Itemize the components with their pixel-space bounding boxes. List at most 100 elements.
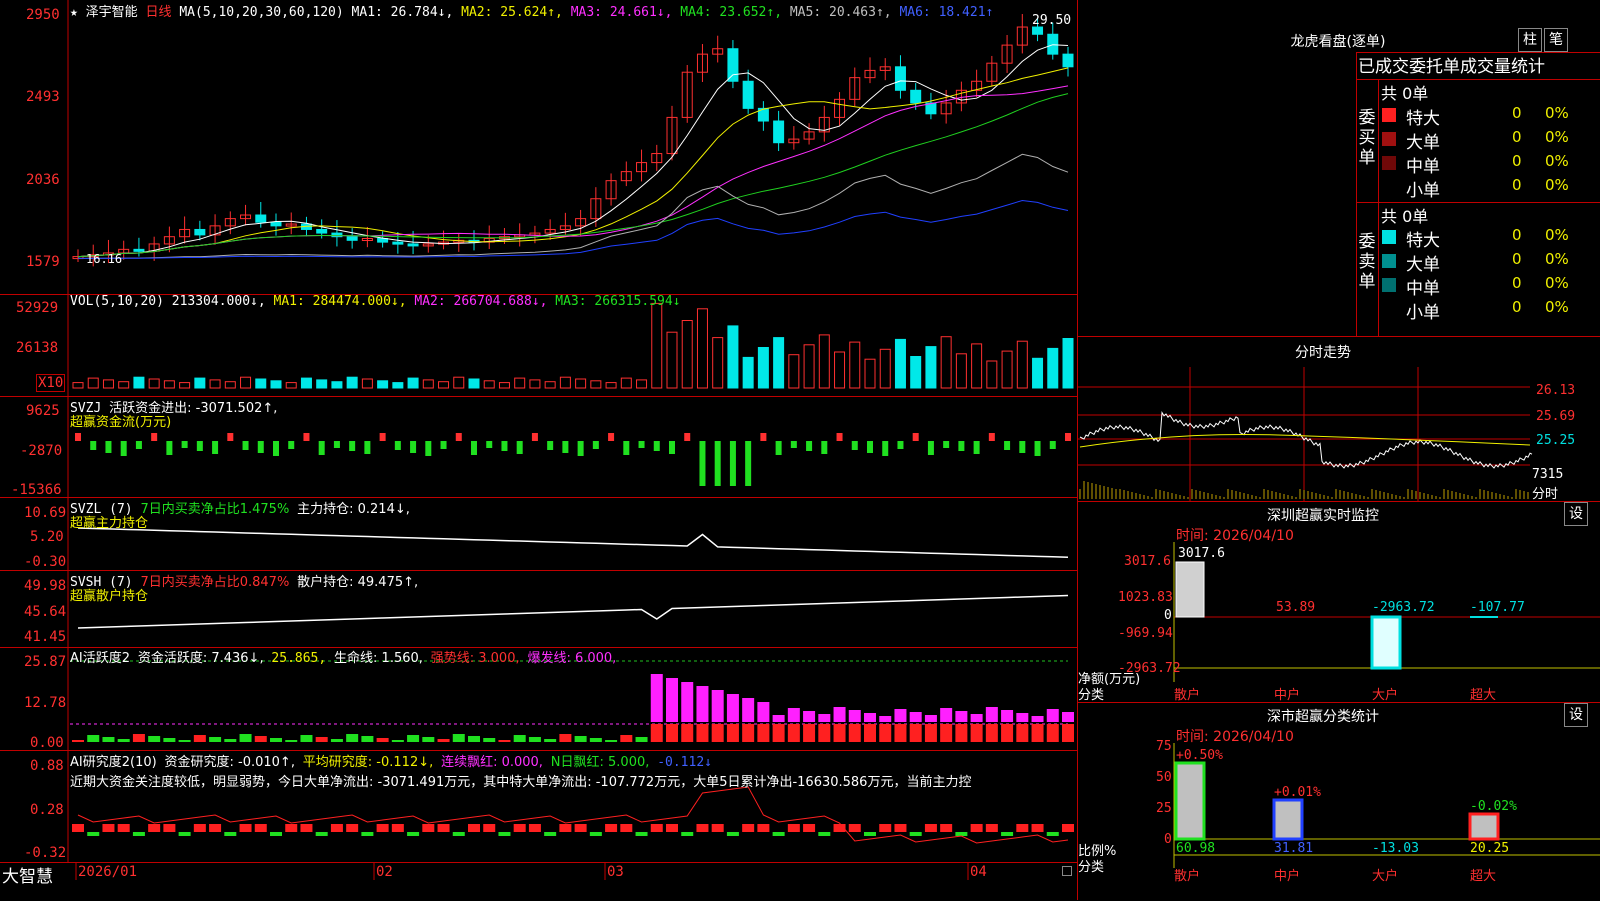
research-bar <box>483 824 496 832</box>
research-bar <box>970 824 983 832</box>
activity-base-bar <box>666 724 678 742</box>
volume-bar <box>270 380 282 389</box>
monitor-value-4: -107.77 <box>1470 600 1525 615</box>
activity-base-bar <box>818 724 831 742</box>
order-type: 大单 <box>1406 133 1440 153</box>
vol-title: VOL(5,10,20) <box>70 294 164 309</box>
vol-ma1: MA1: 284474.000↓, <box>273 294 407 309</box>
fund-flow-bar <box>379 433 386 441</box>
fund-flow-bar <box>166 441 173 455</box>
fund-flow-bar <box>531 433 538 441</box>
classify-value-2: 31.81 <box>1274 841 1314 856</box>
volume-bar <box>392 382 404 389</box>
svsh-axis-1: 49.98 <box>24 578 67 594</box>
classify-value-4: 20.25 <box>1470 841 1510 856</box>
activity-base-bar <box>650 724 663 742</box>
fund-flow-bar <box>562 441 569 453</box>
volume-bar <box>133 376 145 389</box>
order-color-swatch <box>1382 156 1396 170</box>
volume-bar <box>666 331 678 389</box>
activity-bar <box>270 738 282 742</box>
activity-base-bar <box>955 724 968 742</box>
ma-line <box>77 85 1069 258</box>
classify-value-3: -13.03 <box>1372 841 1419 856</box>
fund-flow-bar <box>257 441 264 453</box>
stats-tab-header[interactable]: 已成交委托单成交量统计 <box>1358 52 1600 77</box>
svzl-subtitle: 超赢主力持仓 <box>70 516 149 531</box>
volume-bar <box>346 376 358 389</box>
ai-active-axis-3: 0.00 <box>30 735 64 751</box>
lock-icon[interactable] <box>1062 866 1072 876</box>
ai-active-v2: 25.865, <box>271 651 327 666</box>
classify-bar-retail <box>1174 761 1206 841</box>
intraday-unit: 分时 <box>1532 487 1559 502</box>
activity-base-bar <box>1001 724 1014 742</box>
volume-bar <box>179 382 191 389</box>
ma3-value: MA3: 24.661↓, <box>570 5 673 20</box>
activity-bar <box>818 714 831 722</box>
classify-cat-3: 大户 <box>1372 869 1399 884</box>
volume-bar <box>1001 350 1013 389</box>
activity-bar <box>940 708 953 722</box>
research-bar <box>909 832 922 836</box>
svzj-subtitle: 超赢资金流(万元) <box>70 415 172 430</box>
activity-base-bar <box>803 724 816 742</box>
order-color-swatch <box>1382 132 1396 146</box>
classify-value-1: 60.98 <box>1176 841 1216 856</box>
svsh-ratio: 7日内买卖净占比0.847% <box>140 575 290 590</box>
candle-body <box>316 228 328 234</box>
vol-axis-2: 26138 <box>16 340 59 356</box>
fund-flow-bar <box>90 441 97 450</box>
fund-flow-bar <box>318 441 325 455</box>
order-count: 0 <box>1512 128 1522 146</box>
activity-bar <box>1001 710 1014 722</box>
research-bar <box>468 824 480 832</box>
activity-base-bar <box>787 724 800 742</box>
research-bar <box>589 832 602 836</box>
volume-bar <box>1047 347 1059 389</box>
ai-research-v4: N日飘红: 5.000, <box>550 755 650 770</box>
research-bar <box>666 824 678 832</box>
ai-research-v5: -0.112↓ <box>657 755 712 770</box>
activity-bar <box>894 709 907 722</box>
volume-bar <box>498 382 510 389</box>
research-bar <box>559 824 572 832</box>
date-axis-feb: 02 <box>376 864 393 880</box>
ai-research-axis-1: 0.88 <box>30 758 64 774</box>
research-bar <box>772 832 785 836</box>
fund-flow-bar <box>75 433 81 441</box>
vol-axis-1: 52929 <box>16 300 59 316</box>
monitor-xlabel: 分类 <box>1078 688 1105 703</box>
classify-top-4: -0.02% <box>1470 799 1517 814</box>
activity-base-bar <box>711 724 724 742</box>
research-bar <box>848 824 861 832</box>
activity-bar <box>422 737 435 742</box>
order-row: 中单 0 0% <box>1380 152 1600 177</box>
low-price-label: 16.16 <box>86 252 123 266</box>
tick-mode-button[interactable]: 笔 <box>1544 28 1568 52</box>
intraday-panel[interactable]: 分时走势 26.13 25.69 25.25 7315 分时 <box>1078 336 1600 502</box>
volume-bar <box>438 381 450 389</box>
volume-bar <box>651 302 663 389</box>
activity-base-bar <box>924 724 937 742</box>
activity-bar <box>102 737 115 742</box>
period-label[interactable]: 日线 <box>146 5 172 20</box>
volume-bar <box>331 381 343 389</box>
research-bar <box>407 832 420 836</box>
ma-line <box>78 153 1069 259</box>
svzj-axis-2: -2870 <box>20 443 63 459</box>
monitor-bar-super <box>1470 616 1498 618</box>
favorite-star-icon[interactable]: ★ <box>70 5 78 20</box>
order-row: 特大 0 0% <box>1380 226 1600 251</box>
order-count: 0 <box>1512 104 1522 122</box>
fund-flow-bar <box>242 441 249 450</box>
bar-mode-button[interactable]: 柱 <box>1518 28 1542 52</box>
volume-bar <box>910 356 922 389</box>
fund-flow-bar <box>212 441 219 454</box>
vol-unit-button[interactable]: X10 <box>36 374 66 392</box>
ma1-value: MA1: 26.784↓, <box>351 5 454 20</box>
volume-bar <box>1032 357 1044 389</box>
fund-flow-bar <box>394 441 401 450</box>
volume-bar <box>894 338 906 389</box>
order-type: 大单 <box>1406 255 1440 275</box>
